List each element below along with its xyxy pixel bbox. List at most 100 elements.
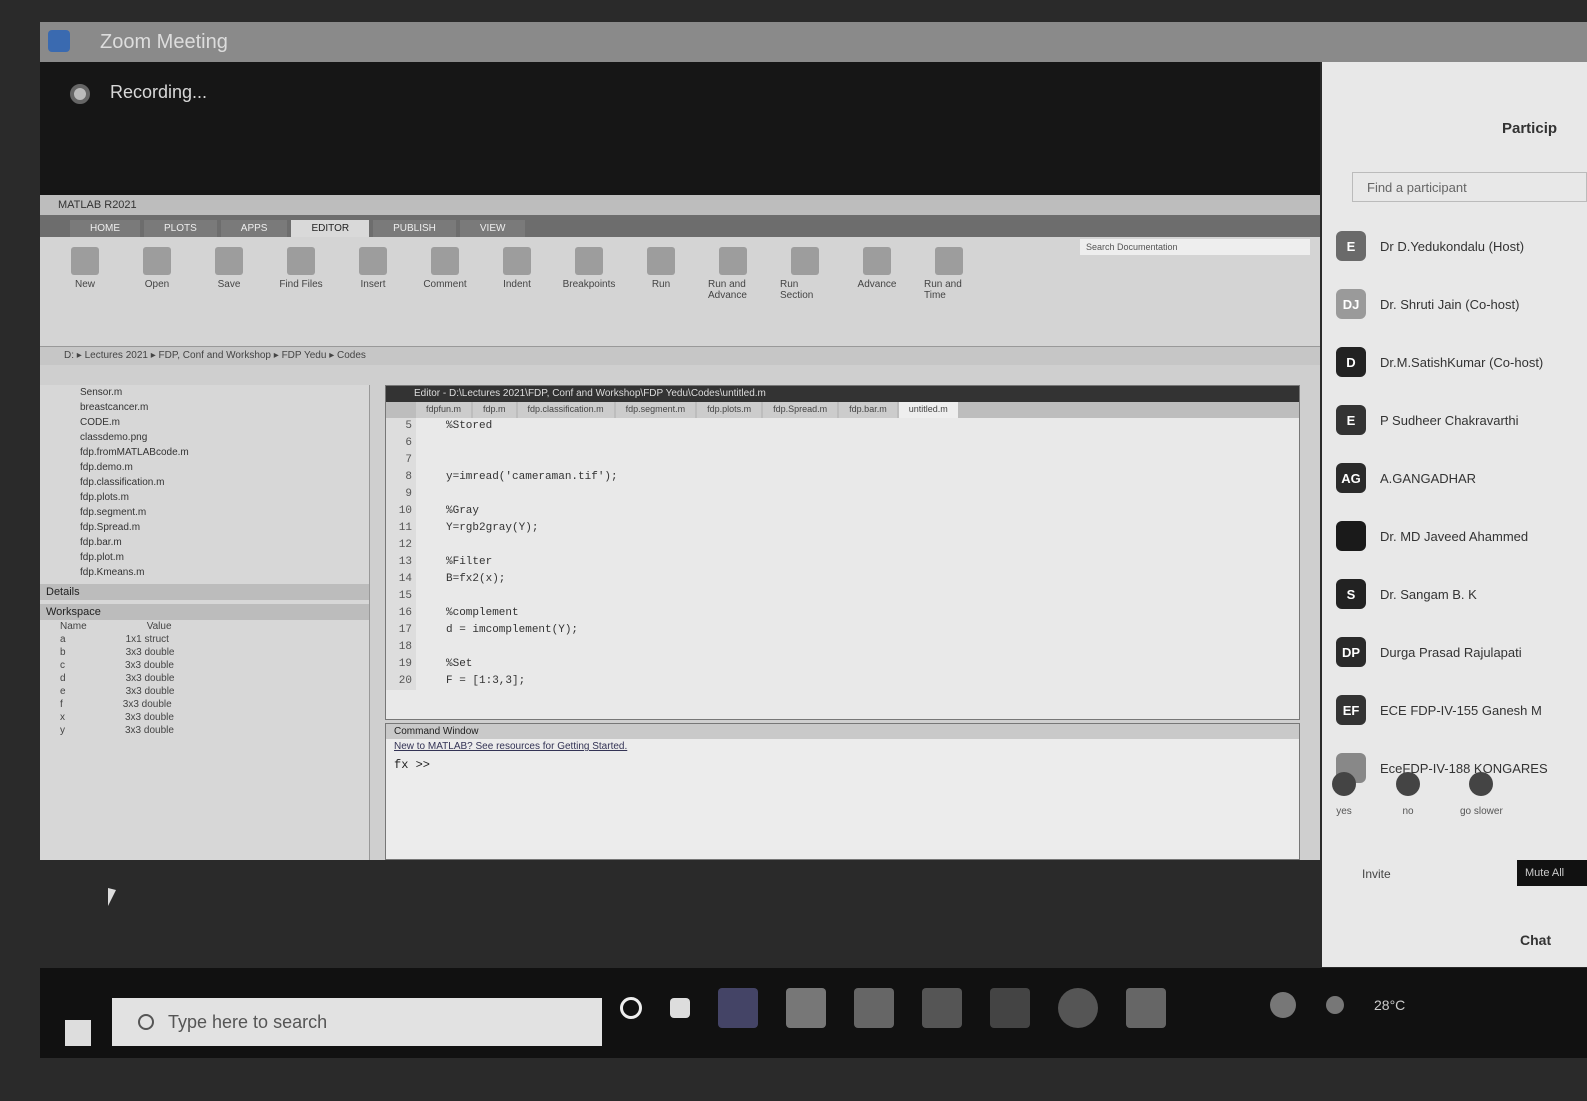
avatar: E	[1336, 231, 1366, 261]
ribbon-breakpoints-button[interactable]: Breakpoints	[563, 247, 615, 336]
file-item[interactable]: CODE.m	[40, 415, 369, 430]
temperature[interactable]: 28°C	[1374, 997, 1405, 1013]
participant-search-input[interactable]: Find a participant	[1352, 172, 1587, 202]
workspace-header-name[interactable]: Name	[60, 621, 87, 632]
file-item[interactable]: Sensor.m	[40, 385, 369, 400]
ribbon-insert-button[interactable]: Insert	[348, 247, 398, 336]
workspace-row[interactable]: b 3x3 double	[40, 646, 369, 659]
file-item[interactable]: fdp.bar.m	[40, 535, 369, 550]
feedback-slower-button[interactable]: go slower	[1460, 772, 1503, 817]
ribbon-comment-button[interactable]: Comment	[420, 247, 470, 336]
workspace-row[interactable]: a 1x1 struct	[40, 633, 369, 646]
workspace-header-value[interactable]: Value	[147, 621, 172, 632]
matlab-icon[interactable]	[990, 988, 1030, 1028]
ribbon-find-files-button[interactable]: Find Files	[276, 247, 326, 336]
workspace-row[interactable]: y 3x3 double	[40, 724, 369, 737]
windows-start-icon[interactable]	[65, 1020, 91, 1046]
participant-name: Durga Prasad Rajulapati	[1380, 644, 1522, 660]
participant-name: Dr D.Yedukondalu (Host)	[1380, 238, 1525, 254]
workspace-header[interactable]: Workspace	[40, 604, 369, 620]
participant-row[interactable]: Dr. MD Javeed Ahammed	[1336, 507, 1587, 565]
editor-tab[interactable]: fdp.plots.m	[697, 402, 762, 418]
editor-tab[interactable]: fdp.bar.m	[839, 402, 897, 418]
ribbon-run-section-button[interactable]: Run Section	[780, 247, 830, 336]
cortana-icon[interactable]	[620, 997, 642, 1019]
editor-tab[interactable]: fdp.Spread.m	[763, 402, 838, 418]
tab-publish[interactable]: PUBLISH	[373, 220, 456, 237]
ribbon-advance-button[interactable]: Advance	[852, 247, 902, 336]
mute-all-button[interactable]: Mute All	[1517, 860, 1587, 886]
file-item[interactable]: fdp.demo.m	[40, 460, 369, 475]
participant-row[interactable]: DP Durga Prasad Rajulapati	[1336, 623, 1587, 681]
browser-icon[interactable]	[1270, 992, 1296, 1018]
store-icon[interactable]	[854, 988, 894, 1028]
ribbon-run-advance-button[interactable]: Run and Advance	[708, 247, 758, 336]
workspace-row[interactable]: e 3x3 double	[40, 685, 369, 698]
chrome-icon[interactable]	[1058, 988, 1098, 1028]
editor-title: Editor - D:\Lectures 2021\FDP, Conf and …	[386, 386, 1299, 402]
tab-apps[interactable]: APPS	[220, 220, 288, 237]
editor-tab[interactable]: fdp.segment.m	[615, 402, 696, 418]
ribbon-indent-button[interactable]: Indent	[492, 247, 542, 336]
participant-row[interactable]: S Dr. Sangam B. K	[1336, 565, 1587, 623]
getting-started-link[interactable]: New to MATLAB? See resources for Getting…	[386, 739, 1299, 754]
photo-background: Zoom Meeting Recording... MATLAB R2021 H…	[0, 0, 1587, 1101]
feedback-label: yes	[1336, 806, 1352, 817]
weather-icon[interactable]	[1326, 996, 1344, 1014]
participant-row[interactable]: D Dr.M.SatishKumar (Co-host)	[1336, 333, 1587, 391]
ribbon-save-button[interactable]: Save	[204, 247, 254, 336]
file-item[interactable]: fdp.Spread.m	[40, 520, 369, 535]
recording-bar: Recording...	[40, 62, 1320, 212]
ribbon-open-button[interactable]: Open	[132, 247, 182, 336]
feedback-label: go slower	[1460, 806, 1503, 817]
file-explorer-icon[interactable]	[786, 988, 826, 1028]
edge-browser-icon[interactable]	[718, 988, 758, 1028]
invite-button[interactable]: Invite	[1362, 867, 1391, 881]
ribbon-run-button[interactable]: Run	[636, 247, 686, 336]
tab-editor[interactable]: EDITOR	[291, 220, 370, 237]
ribbon-label: Run and Advance	[708, 279, 747, 301]
current-folder-path[interactable]: D: ▸ Lectures 2021 ▸ FDP, Conf and Works…	[40, 347, 1320, 365]
participant-row[interactable]: E Dr D.Yedukondalu (Host)	[1336, 217, 1587, 275]
file-item[interactable]: classdemo.png	[40, 430, 369, 445]
editor-tab[interactable]: fdpfun.m	[416, 402, 472, 418]
participant-row[interactable]: AG A.GANGADHAR	[1336, 449, 1587, 507]
code-area[interactable]: 5 6 7 8 9 10 11 12 13 14 15 16 17 18 19 …	[386, 418, 1299, 690]
tab-plots[interactable]: PLOTS	[144, 220, 217, 237]
tab-view[interactable]: VIEW	[459, 220, 526, 237]
task-view-icon[interactable]	[670, 998, 690, 1018]
zoom-app-icon[interactable]	[1126, 988, 1166, 1028]
workspace-row[interactable]: f 3x3 double	[40, 698, 369, 711]
file-item[interactable]: fdp.plot.m	[40, 550, 369, 565]
participant-row[interactable]: E P Sudheer Chakravarthi	[1336, 391, 1587, 449]
file-item[interactable]: fdp.segment.m	[40, 505, 369, 520]
editor-tab-active[interactable]: untitled.m	[898, 402, 958, 418]
participant-name: ECE FDP-IV-155 Ganesh M	[1380, 702, 1542, 718]
chat-header[interactable]: Chat	[1520, 932, 1551, 948]
tab-home[interactable]: HOME	[70, 220, 140, 237]
taskbar-search-box[interactable]: Type here to search	[112, 998, 602, 1046]
ribbon-new-button[interactable]: New	[60, 247, 110, 336]
participant-row[interactable]: EF ECE FDP-IV-155 Ganesh M	[1336, 681, 1587, 739]
mail-icon[interactable]	[922, 988, 962, 1028]
workspace-row[interactable]: d 3x3 double	[40, 672, 369, 685]
feedback-no-button[interactable]: no	[1396, 772, 1420, 817]
editor-tab[interactable]: fdp.m	[473, 402, 516, 418]
ribbon-run-time-button[interactable]: Run and Time	[924, 247, 974, 336]
file-item[interactable]: fdp.plots.m	[40, 490, 369, 505]
workspace-row[interactable]: c 3x3 double	[40, 659, 369, 672]
details-header[interactable]: Details	[40, 584, 369, 600]
command-window[interactable]: Command Window New to MATLAB? See resour…	[385, 723, 1300, 860]
participant-row[interactable]: DJ Dr. Shruti Jain (Co-host)	[1336, 275, 1587, 333]
documentation-search-input[interactable]: Search Documentation	[1080, 239, 1310, 255]
editor-tab[interactable]: fdp.classification.m	[517, 402, 614, 418]
workspace-row[interactable]: x 3x3 double	[40, 711, 369, 724]
file-item[interactable]: fdp.Kmeans.m	[40, 565, 369, 580]
file-item[interactable]: breastcancer.m	[40, 400, 369, 415]
run-section-icon	[791, 247, 819, 275]
feedback-yes-button[interactable]: yes	[1332, 772, 1356, 817]
command-prompt[interactable]: fx >>	[386, 754, 1299, 776]
file-item[interactable]: fdp.fromMATLABcode.m	[40, 445, 369, 460]
file-item[interactable]: fdp.classification.m	[40, 475, 369, 490]
